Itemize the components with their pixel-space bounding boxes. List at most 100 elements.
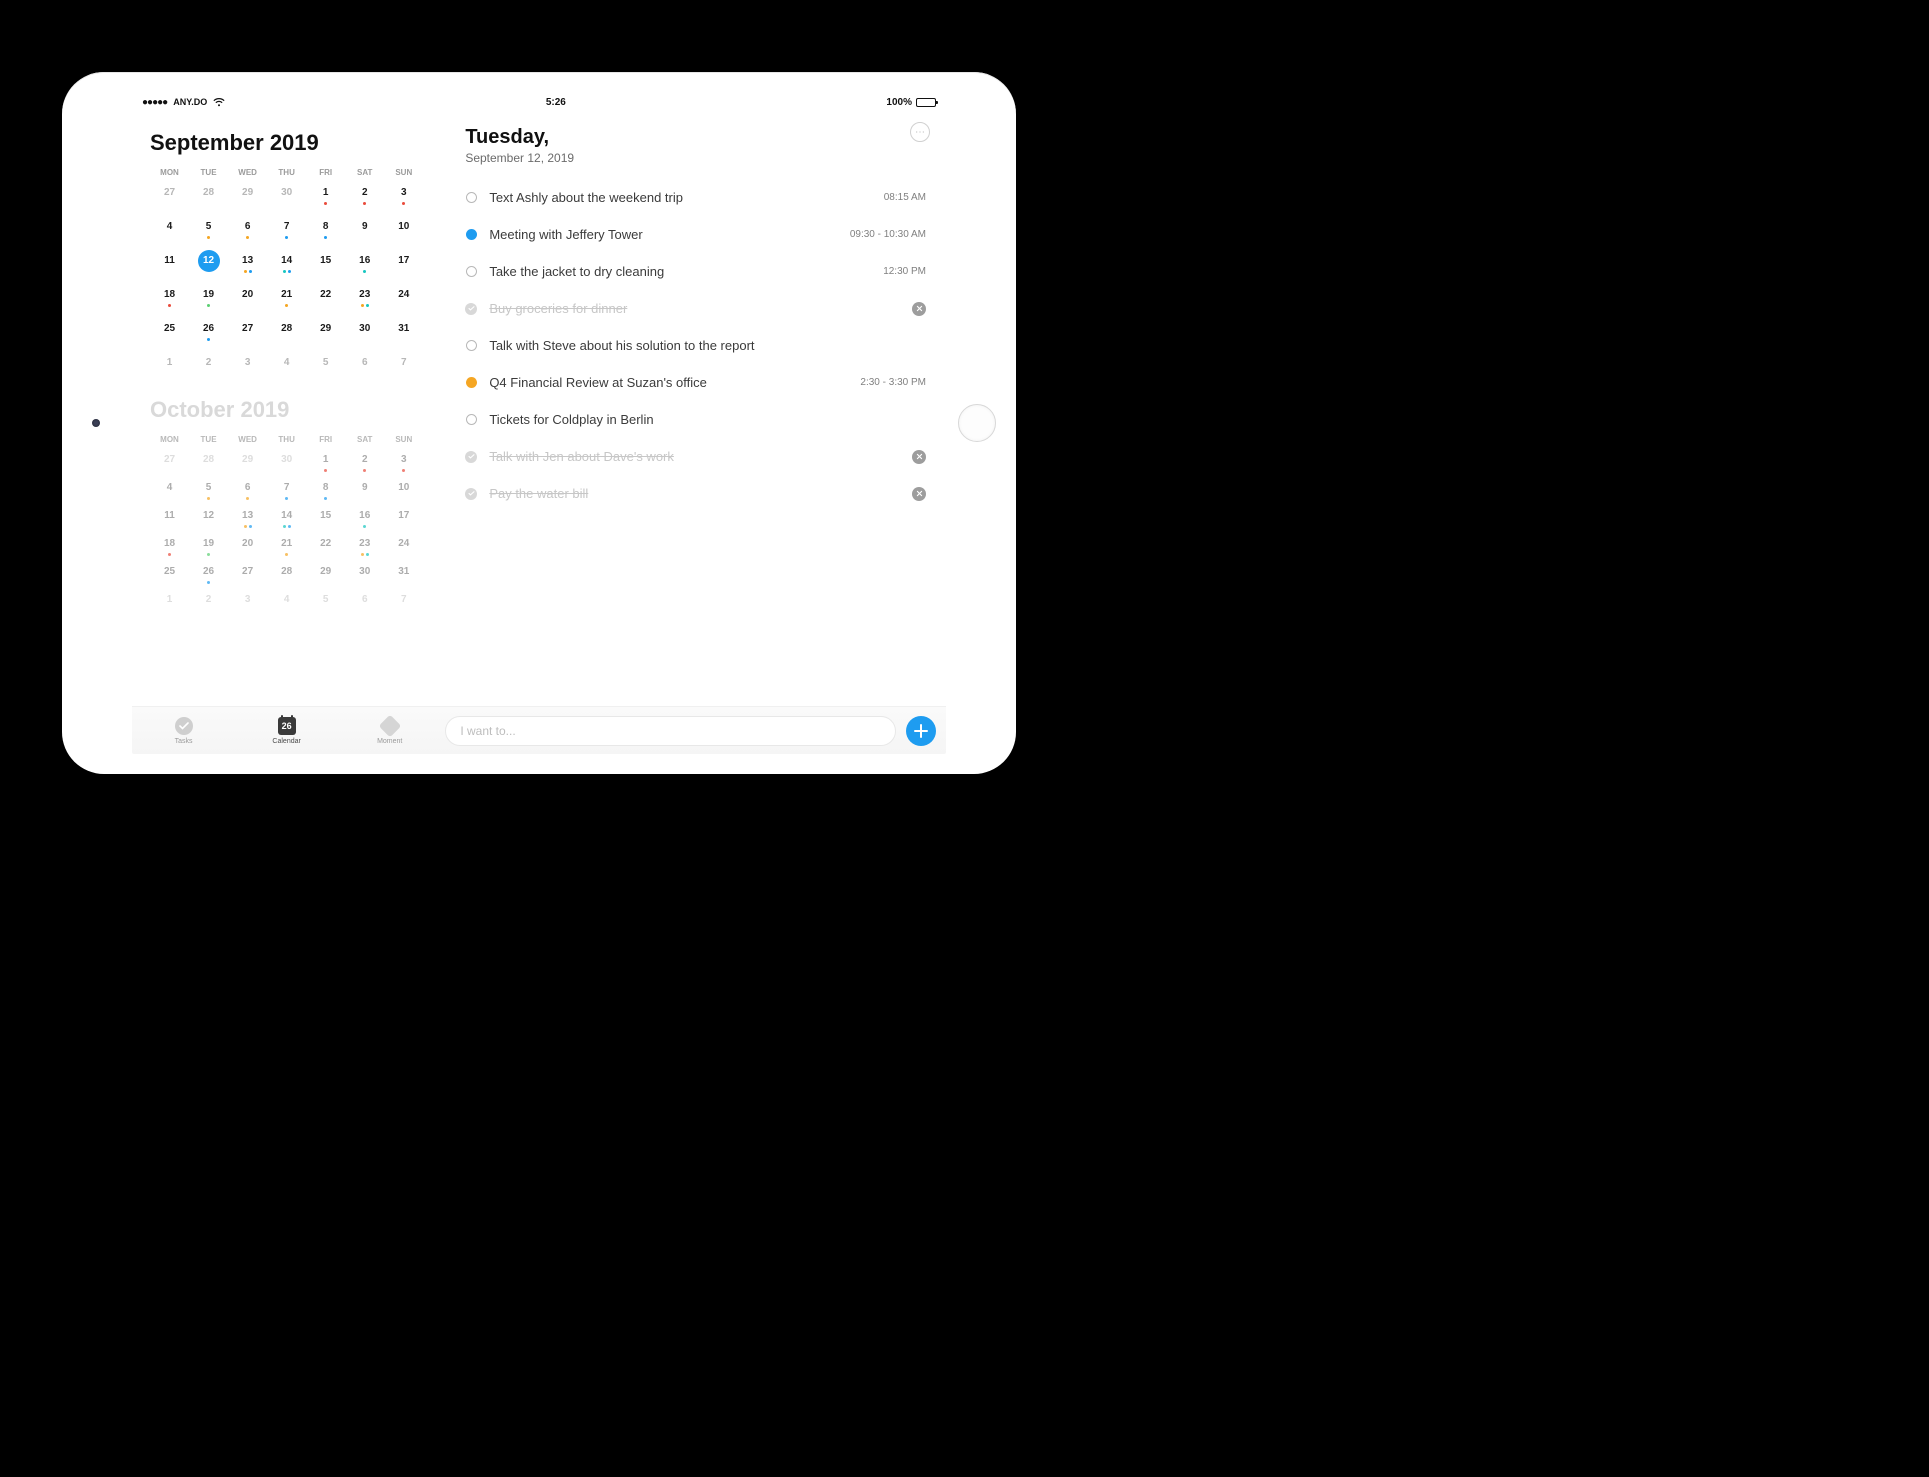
agenda-item[interactable]: Q4 Financial Review at Suzan's office2:3… — [465, 364, 926, 401]
calendar-day[interactable]: 30 — [267, 450, 306, 476]
calendar-day[interactable]: 1 — [306, 450, 345, 476]
calendar-day[interactable]: 25 — [150, 562, 189, 588]
calendar-day[interactable]: 29 — [228, 183, 267, 213]
calendar-day[interactable]: 15 — [306, 506, 345, 532]
calendar-day[interactable]: 1 — [306, 183, 345, 213]
calendar-day[interactable]: 11 — [150, 251, 189, 281]
calendar-day[interactable]: 3 — [228, 590, 267, 616]
delete-button[interactable] — [912, 302, 926, 316]
calendar-day[interactable]: 21 — [267, 285, 306, 315]
calendar-day[interactable]: 27 — [150, 450, 189, 476]
calendar-day[interactable]: 29 — [228, 450, 267, 476]
agenda-item[interactable]: Take the jacket to dry cleaning12:30 PM — [465, 253, 926, 290]
calendar-day[interactable]: 30 — [345, 319, 384, 349]
calendar-day[interactable]: 23 — [345, 534, 384, 560]
calendar-day[interactable]: 14 — [267, 506, 306, 532]
calendar-day[interactable]: 7 — [267, 478, 306, 504]
add-task-button[interactable] — [906, 716, 936, 746]
calendar-day[interactable]: 22 — [306, 534, 345, 560]
calendar-day[interactable]: 31 — [384, 319, 423, 349]
calendar-day[interactable]: 6 — [228, 478, 267, 504]
agenda-item[interactable]: Buy groceries for dinner — [465, 290, 926, 327]
calendar-day[interactable]: 2 — [189, 353, 228, 383]
calendar-day[interactable]: 4 — [267, 353, 306, 383]
calendar-day[interactable]: 15 — [306, 251, 345, 281]
calendar-day[interactable]: 2 — [345, 450, 384, 476]
calendar-day[interactable]: 10 — [384, 217, 423, 247]
calendar-day[interactable]: 1 — [150, 590, 189, 616]
calendar-day[interactable]: 3 — [228, 353, 267, 383]
calendar-day[interactable]: 4 — [267, 590, 306, 616]
calendar-day[interactable]: 16 — [345, 251, 384, 281]
calendar-day[interactable]: 2 — [189, 590, 228, 616]
calendar-day[interactable]: 19 — [189, 534, 228, 560]
agenda-item[interactable]: Meeting with Jeffery Tower09:30 - 10:30 … — [465, 216, 926, 253]
calendar-day[interactable]: 6 — [345, 590, 384, 616]
calendar-day[interactable]: 28 — [189, 450, 228, 476]
calendar-day[interactable]: 7 — [384, 590, 423, 616]
calendar-day[interactable]: 28 — [189, 183, 228, 213]
more-button[interactable]: ⋯ — [910, 122, 930, 142]
tab-calendar[interactable]: 26 Calendar — [247, 716, 327, 745]
home-button[interactable] — [958, 404, 996, 442]
calendar-day[interactable]: 7 — [384, 353, 423, 383]
calendar-day[interactable]: 5 — [306, 590, 345, 616]
calendar-day[interactable]: 18 — [150, 285, 189, 315]
calendar-day[interactable]: 13 — [228, 251, 267, 281]
calendar-day[interactable]: 30 — [267, 183, 306, 213]
calendar-day[interactable]: 3 — [384, 450, 423, 476]
calendar-day[interactable]: 3 — [384, 183, 423, 213]
tab-tasks[interactable]: Tasks — [144, 716, 224, 745]
calendar-day[interactable]: 2 — [345, 183, 384, 213]
calendar-day[interactable]: 11 — [150, 506, 189, 532]
tab-moment[interactable]: Moment — [350, 716, 430, 745]
calendar-day[interactable]: 6 — [228, 217, 267, 247]
calendar-day[interactable]: 20 — [228, 534, 267, 560]
calendar-day[interactable]: 31 — [384, 562, 423, 588]
calendar-day[interactable]: 30 — [345, 562, 384, 588]
calendar-day[interactable]: 16 — [345, 506, 384, 532]
new-task-input[interactable]: I want to... — [445, 716, 896, 746]
calendar-day[interactable]: 5 — [189, 478, 228, 504]
calendar-day[interactable]: 24 — [384, 534, 423, 560]
calendar-day[interactable]: 8 — [306, 478, 345, 504]
calendar-day[interactable]: 17 — [384, 251, 423, 281]
calendar-day[interactable]: 14 — [267, 251, 306, 281]
delete-button[interactable] — [912, 487, 926, 501]
calendar-day[interactable]: 27 — [228, 319, 267, 349]
calendar-day[interactable]: 8 — [306, 217, 345, 247]
calendar-day[interactable]: 7 — [267, 217, 306, 247]
calendar-day[interactable]: 26 — [189, 562, 228, 588]
calendar-day[interactable]: 18 — [150, 534, 189, 560]
calendar-day[interactable]: 9 — [345, 478, 384, 504]
agenda-item[interactable]: Pay the water bill — [465, 475, 926, 512]
calendar-day[interactable]: 23 — [345, 285, 384, 315]
calendar-day[interactable]: 19 — [189, 285, 228, 315]
agenda-item[interactable]: Tickets for Coldplay in Berlin — [465, 401, 926, 438]
calendar-day[interactable]: 12 — [189, 251, 228, 281]
calendar-day[interactable]: 13 — [228, 506, 267, 532]
calendar-day[interactable]: 27 — [150, 183, 189, 213]
calendar-day[interactable]: 10 — [384, 478, 423, 504]
agenda-item[interactable]: Text Ashly about the weekend trip08:15 A… — [465, 179, 926, 216]
calendar-day[interactable]: 24 — [384, 285, 423, 315]
calendar-day[interactable]: 4 — [150, 478, 189, 504]
calendar-day[interactable]: 25 — [150, 319, 189, 349]
calendar-day[interactable]: 28 — [267, 319, 306, 349]
calendar-day[interactable]: 22 — [306, 285, 345, 315]
agenda-item[interactable]: Talk with Steve about his solution to th… — [465, 327, 926, 364]
calendar-day[interactable]: 5 — [306, 353, 345, 383]
calendar-day[interactable]: 4 — [150, 217, 189, 247]
calendar-day[interactable]: 27 — [228, 562, 267, 588]
delete-button[interactable] — [912, 450, 926, 464]
calendar-day[interactable]: 26 — [189, 319, 228, 349]
calendar-day[interactable]: 29 — [306, 319, 345, 349]
calendar-day[interactable]: 20 — [228, 285, 267, 315]
agenda-item[interactable]: Talk with Jen about Dave's work — [465, 438, 926, 475]
calendar-day[interactable]: 17 — [384, 506, 423, 532]
calendar-day[interactable]: 29 — [306, 562, 345, 588]
calendar-day[interactable]: 28 — [267, 562, 306, 588]
calendar-day[interactable]: 21 — [267, 534, 306, 560]
calendar-day[interactable]: 6 — [345, 353, 384, 383]
calendar-day[interactable]: 9 — [345, 217, 384, 247]
